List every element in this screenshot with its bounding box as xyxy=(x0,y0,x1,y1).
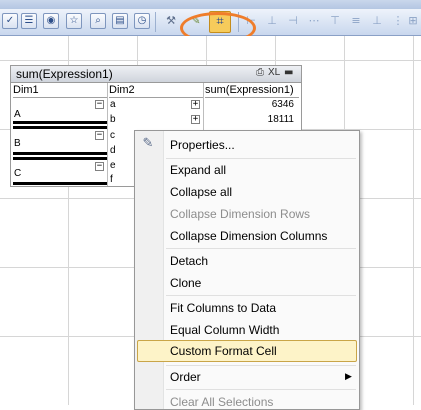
object-caption[interactable]: sum(Expression1) ⎙ XL ▬ xyxy=(11,66,301,83)
menu-separator xyxy=(166,389,356,390)
dim2-value[interactable]: e xyxy=(110,160,116,171)
header-dim1[interactable]: Dim1 xyxy=(13,83,107,98)
menu-separator xyxy=(166,158,356,159)
search-icon[interactable]: ⌕ xyxy=(90,13,106,29)
menu-separator xyxy=(166,365,356,366)
menu-item-collapse-all[interactable]: Collapse all xyxy=(170,185,232,199)
header-expression[interactable]: sum(Expression1) xyxy=(205,83,299,98)
dim1-value[interactable]: A xyxy=(14,109,21,120)
align-more-icon[interactable]: ⊞ xyxy=(406,14,420,28)
align-center-icon[interactable]: ⊥ xyxy=(265,14,279,28)
align-bottom-icon[interactable]: ⊥ xyxy=(370,14,384,28)
menu-item-order[interactable]: Order xyxy=(170,370,201,384)
menu-item-fit-columns[interactable]: Fit Columns to Data xyxy=(170,301,276,315)
row-separator xyxy=(13,152,107,155)
sheet-icon[interactable]: ▤ xyxy=(112,13,128,29)
collapse-icon[interactable]: − xyxy=(95,100,104,109)
menu-item-collapse-dimension-columns[interactable]: Collapse Dimension Columns xyxy=(170,229,327,243)
toolbar-separator xyxy=(155,12,156,32)
clock-icon[interactable]: ◷ xyxy=(134,13,150,29)
dim2-value[interactable]: d xyxy=(110,145,116,156)
row-separator xyxy=(13,121,107,124)
dim1-value[interactable]: B xyxy=(14,138,21,149)
submenu-arrow-icon: ▶ xyxy=(345,372,352,382)
list-icon[interactable]: ☰ xyxy=(21,13,37,29)
minimize-icon[interactable]: ▬ xyxy=(284,67,293,78)
print-icon[interactable]: ⎙ xyxy=(256,67,264,78)
menu-item-equal-column-width[interactable]: Equal Column Width xyxy=(170,323,279,337)
tools-icon[interactable]: ⚒ xyxy=(164,14,178,28)
menu-item-clear-all-selections: Clear All Selections xyxy=(170,395,274,409)
expand-icon[interactable]: + xyxy=(191,100,200,109)
expand-icon[interactable]: + xyxy=(191,115,200,124)
check-icon[interactable]: ✓ xyxy=(2,13,18,29)
align-middle-icon[interactable]: ≡ xyxy=(349,14,363,28)
menu-item-custom-format-cell[interactable]: Custom Format Cell xyxy=(170,344,277,358)
dim1-value[interactable]: C xyxy=(14,168,21,179)
collapse-icon[interactable]: − xyxy=(95,162,104,171)
eye-icon[interactable]: ◉ xyxy=(43,13,59,29)
menu-separator xyxy=(166,248,356,249)
align-right-icon[interactable]: ⊣ xyxy=(286,14,300,28)
object-title: sum(Expression1) xyxy=(16,67,113,81)
menu-icon-gutter xyxy=(135,131,164,409)
dim2-value[interactable]: f xyxy=(110,174,113,185)
menu-item-collapse-dimension-rows: Collapse Dimension Rows xyxy=(170,207,311,221)
expression-value: 18111 xyxy=(267,114,294,125)
properties-icon: ✎ xyxy=(142,136,154,151)
dim2-value[interactable]: a xyxy=(110,99,116,110)
distribute-v-icon[interactable]: ⋮ xyxy=(391,14,405,28)
menu-item-detach[interactable]: Detach xyxy=(170,254,208,268)
menu-separator xyxy=(166,295,356,296)
collapse-icon[interactable]: − xyxy=(95,131,104,140)
xl-export-icon[interactable]: XL xyxy=(268,67,280,78)
column-divider xyxy=(107,83,108,186)
row-separator xyxy=(13,157,107,160)
menu-item-expand-all[interactable]: Expand all xyxy=(170,163,226,177)
context-menu: ✎ Properties... Expand all Collapse all … xyxy=(134,130,360,410)
row-separator xyxy=(13,126,107,129)
menu-item-properties[interactable]: Properties... xyxy=(170,138,235,152)
star-icon[interactable]: ☆ xyxy=(66,13,82,29)
row-separator xyxy=(13,182,107,185)
header-dim2[interactable]: Dim2 xyxy=(109,83,203,98)
menu-item-clone[interactable]: Clone xyxy=(170,276,201,290)
align-top-icon[interactable]: ⊤ xyxy=(328,14,342,28)
dim2-value[interactable]: b xyxy=(110,114,116,125)
distribute-h-icon[interactable]: ⋯ xyxy=(307,14,321,28)
dim2-value[interactable]: c xyxy=(110,130,115,141)
expression-value: 6346 xyxy=(271,99,294,110)
